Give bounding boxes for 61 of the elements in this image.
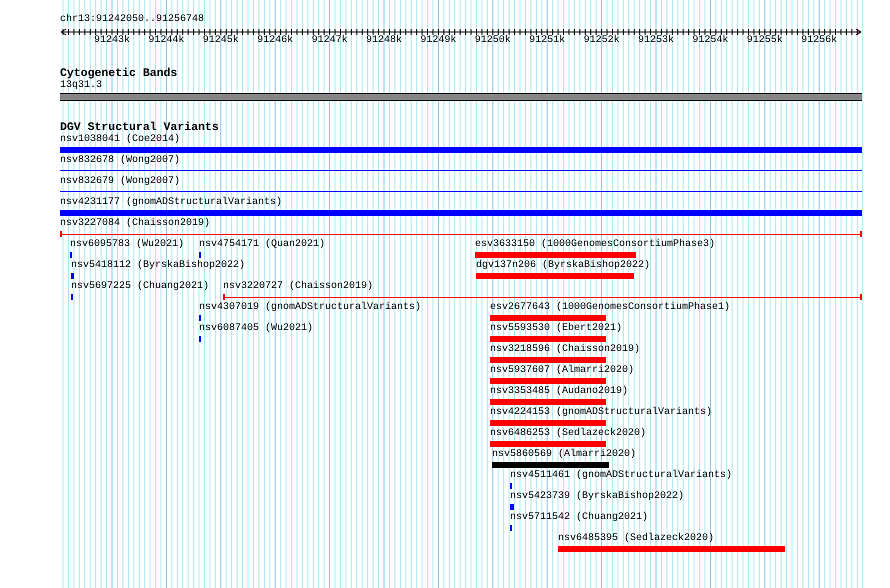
ruler-label: 91252k: [584, 35, 620, 47]
feature-bar[interactable]: [490, 441, 606, 447]
ruler-label: 91253k: [638, 35, 674, 47]
ruler-label: 91250k: [474, 35, 511, 47]
track-title: DGV Structural Variants: [60, 121, 219, 134]
feature-bar[interactable]: [490, 336, 606, 342]
ruler-label: 91246k: [257, 35, 294, 47]
feature-label: nsv5418112 (ByrskaBishop2022): [71, 260, 246, 272]
feature-bar[interactable]: [490, 315, 606, 321]
feature-label: nsv832679 (Wong2007): [60, 176, 180, 188]
ruler-label: 91248k: [366, 35, 402, 47]
feature-label: nsv3218596 (Chaisson2019): [490, 344, 640, 356]
feature-label: nsv6095783 (Wu2021): [70, 239, 184, 251]
feature-label: nsv5423739 (ByrskaBishop2022): [510, 491, 684, 503]
feature-bar[interactable]: [558, 546, 785, 552]
feature-label: nsv5697225 (Chuang2021): [71, 281, 210, 293]
ruler-label: 91255k: [746, 35, 783, 47]
feature-bar[interactable]: [490, 420, 606, 426]
feature-bar[interactable]: [475, 252, 636, 258]
feature-label: nsv4231177 (gnomADStructuralVariants): [60, 197, 282, 209]
feature-label: nsv4224153 (gnomADStructuralVariants): [490, 407, 712, 419]
feature-label: nsv3220727 (Chaisson2019): [223, 281, 374, 293]
feature-bar[interactable]: [492, 462, 609, 468]
feature-label: nsv3353485 (Audano2019): [490, 386, 628, 398]
feature-label: nsv5593530 (Ebert2021): [490, 323, 622, 335]
ruler-label: 91245k: [202, 35, 239, 47]
feature-bar[interactable]: [490, 357, 606, 363]
ruler-label: 91254k: [692, 35, 728, 47]
feature-label: esv3633150 (1000GenomesConsortiumPhase3): [475, 239, 716, 251]
track-title: Cytogenetic Bands: [60, 67, 178, 80]
feature-label: nsv5711542 (Chuang2021): [510, 512, 648, 524]
feature-label: esv2677643 (1000GenomesConsortiumPhase1): [490, 302, 730, 314]
feature-bar[interactable]: [476, 273, 634, 279]
ruler-label: 91244k: [148, 35, 184, 47]
feature-line[interactable]: [60, 231, 862, 237]
feature-label: dgv137n206 (ByrskaBishop2022): [476, 260, 650, 272]
ruler-label: 91243k: [94, 35, 130, 47]
feature-bar[interactable]: [490, 378, 606, 384]
feature-label: nsv5937607 (Almarri2020): [490, 365, 634, 377]
feature-label: nsv6087405 (Wu2021): [199, 323, 314, 335]
feature-label: nsv4307019 (gnomADStructuralVariants): [199, 302, 422, 314]
feature-bar[interactable]: [510, 504, 514, 510]
feature-bar[interactable]: [60, 210, 862, 216]
band-label: 13q31.3: [60, 80, 102, 92]
ruler-label: 91251k: [529, 35, 566, 47]
feature-label: nsv4511461 (gnomADStructuralVariants): [510, 470, 732, 482]
feature-label: nsv6486253 (Sedlazeck2020): [490, 428, 646, 440]
feature-label: nsv6485395 (Sedlazeck2020): [558, 533, 714, 545]
feature-bar[interactable]: [490, 399, 606, 405]
location-label: chr13:91242050..91256748: [60, 14, 204, 26]
feature-label: nsv1038041 (Coe2014): [60, 134, 180, 146]
feature-bar[interactable]: [71, 273, 74, 279]
feature-bar[interactable]: [60, 147, 862, 153]
feature-line[interactable]: [223, 294, 862, 300]
feature-label: nsv3227084 (Chaisson2019): [60, 218, 210, 230]
ruler-label: 91249k: [420, 35, 456, 47]
ruler-label: 91247k: [312, 35, 348, 47]
ruler-label: 91256k: [801, 35, 838, 47]
feature-label: nsv4754171 (Quan2021): [199, 239, 326, 251]
feature-label: nsv5860569 (Almarri2020): [492, 449, 636, 461]
feature-label: nsv832678 (Wong2007): [60, 155, 180, 167]
